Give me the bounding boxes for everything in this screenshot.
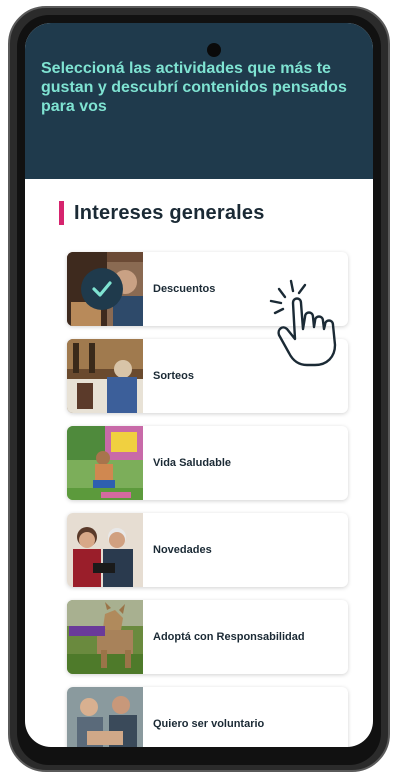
front-camera [207, 43, 221, 57]
header-banner: Seleccioná las actividades que más te gu… [25, 23, 373, 179]
thumbnail-image [67, 600, 143, 674]
card-label: Novedades [153, 544, 212, 556]
card-label: Adoptá con Responsabilidad [153, 631, 305, 643]
thumbnail-image [67, 513, 143, 587]
interest-card-novedades[interactable]: Novedades [67, 513, 348, 587]
tap-hand-icon [269, 279, 337, 367]
section-title: Intereses generales [74, 201, 265, 224]
card-label: Descuentos [153, 283, 216, 295]
interest-card-vida-saludable[interactable]: Vida Saludable [67, 426, 348, 500]
section-heading: Intereses generales [59, 201, 265, 225]
card-label: Vida Saludable [153, 457, 232, 469]
interest-card-voluntario[interactable]: Quiero ser voluntario [67, 687, 348, 747]
interest-card-adopta[interactable]: Adoptá con Responsabilidad [67, 600, 348, 674]
header-instruction: Seleccioná las actividades que más te gu… [41, 60, 347, 115]
card-label: Quiero ser voluntario [153, 718, 265, 730]
section-accent-bar [59, 201, 64, 225]
thumbnail-image [67, 426, 143, 500]
thumbnail-image [67, 687, 143, 747]
card-label: Sorteos [153, 370, 194, 382]
thumbnail-image [67, 339, 143, 413]
phone-frame: Seleccioná las actividades que más te gu… [8, 6, 390, 772]
check-icon [81, 268, 123, 310]
thumbnail-image [67, 252, 143, 326]
app-screen: Seleccioná las actividades que más te gu… [25, 23, 373, 747]
phone-bezel: Seleccioná las actividades que más te gu… [17, 15, 381, 765]
